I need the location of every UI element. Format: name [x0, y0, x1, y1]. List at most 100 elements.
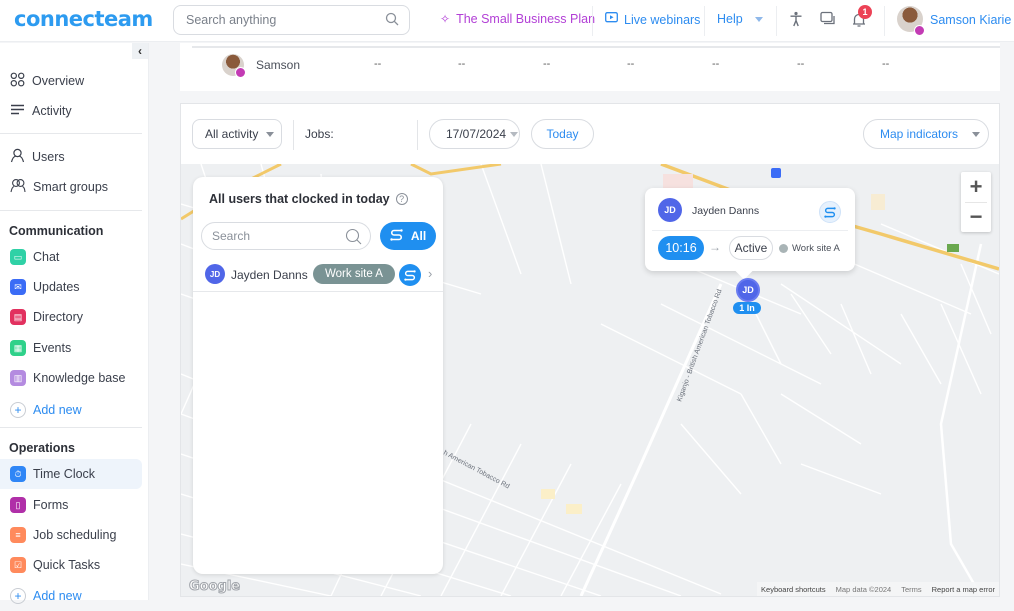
user-initials-avatar: JD: [205, 264, 225, 284]
date-picker[interactable]: 17/07/2024: [429, 119, 520, 149]
chevron-down-icon: [972, 131, 981, 137]
sidebar-item-users[interactable]: Users: [0, 142, 142, 172]
accessibility-icon[interactable]: [789, 11, 803, 32]
divider: [293, 120, 294, 150]
site-color-dot: [779, 244, 788, 253]
sidebar-item-label: Forms: [33, 498, 69, 512]
mail-icon: ✉: [10, 279, 26, 295]
plan-link-label: The Small Business Plan: [456, 12, 596, 26]
sidebar-item-quick-tasks[interactable]: ☑ Quick Tasks: [0, 550, 142, 580]
list-item[interactable]: JD Jayden Danns Work site A ›: [193, 260, 443, 292]
work-site-badge: Work site A: [313, 264, 395, 284]
chevron-down-icon: [510, 131, 519, 137]
clipboard-icon: ▯: [10, 497, 26, 513]
sidebar-item-label: Users: [32, 150, 65, 164]
user-location-popup: JD Jayden Danns 10:16 → Active Work site…: [645, 188, 855, 271]
notification-badge: 1: [858, 5, 872, 19]
table-cell: --: [797, 58, 805, 70]
section-operations: Operations: [9, 441, 75, 455]
add-new-operations-button[interactable]: + Add new: [0, 581, 142, 611]
live-webinars-link[interactable]: Live webinars: [605, 12, 700, 27]
search-icon: [385, 12, 399, 29]
today-button[interactable]: Today: [531, 119, 594, 149]
sidebar-item-label: Knowledge base: [33, 371, 126, 385]
add-new-communication-button[interactable]: + Add new: [0, 395, 142, 425]
zoom-in-button[interactable]: +: [961, 172, 991, 202]
user-name: Jayden Danns: [231, 268, 308, 282]
map-filter-bar: All activity Jobs: 17/07/2024 Today Map …: [181, 104, 999, 164]
users-search-input[interactable]: Search: [201, 222, 371, 250]
sidebar-item-forms[interactable]: ▯ Forms: [0, 490, 142, 520]
sidebar-item-chat[interactable]: ▭ Chat: [0, 242, 142, 272]
sidebar-item-label: Chat: [33, 250, 60, 264]
sidebar-item-label: Overview: [32, 74, 85, 88]
table-row-name[interactable]: Samson: [256, 58, 300, 72]
sidebar-item-events[interactable]: ▦ Events: [0, 333, 142, 363]
crown-badge-icon: [235, 67, 246, 78]
help-dropdown[interactable]: Help: [717, 12, 763, 26]
sidebar-item-overview[interactable]: Overview: [0, 66, 142, 96]
jobs-filter-label[interactable]: Jobs:: [305, 127, 334, 141]
divider: [417, 120, 418, 150]
sidebar-item-activity[interactable]: Activity: [0, 96, 142, 126]
divider: [704, 6, 705, 36]
chat-bubbles-icon[interactable]: [820, 11, 836, 32]
users-group-icon: [10, 178, 26, 196]
work-site-label: Work site A: [792, 243, 840, 254]
help-label: Help: [717, 12, 743, 26]
stopwatch-icon: ⏱: [10, 466, 26, 482]
divider: [652, 230, 848, 231]
terms-link[interactable]: Terms: [901, 585, 921, 594]
sidebar-item-updates[interactable]: ✉ Updates: [0, 272, 142, 302]
global-search-input[interactable]: Search anything: [173, 5, 410, 35]
activity-select[interactable]: All activity: [192, 119, 282, 149]
webinars-label: Live webinars: [624, 12, 701, 27]
sidebar-item-knowledge-base[interactable]: ▥ Knowledge base: [0, 363, 142, 393]
divider: [0, 210, 142, 211]
book-icon: ▥: [10, 370, 26, 386]
collapse-sidebar-button[interactable]: ‹: [132, 43, 148, 59]
map-data-text: Map data ©2024: [835, 584, 892, 594]
table-cell: --: [458, 58, 466, 70]
chat-icon: ▭: [10, 249, 26, 265]
user-menu[interactable]: Samson Kiarie: [930, 13, 1011, 27]
chevron-right-icon[interactable]: ›: [428, 266, 432, 281]
map-indicators-dropdown[interactable]: Map indicators: [863, 119, 989, 149]
add-new-label: Add new: [33, 589, 82, 603]
sidebar-item-smart-groups[interactable]: Smart groups: [0, 172, 142, 202]
zoom-out-button[interactable]: −: [961, 202, 991, 232]
table-cell: --: [712, 58, 720, 70]
panel-title-text: All users that clocked in today: [209, 192, 390, 206]
sidebar-item-label: Directory: [33, 310, 84, 324]
help-circle-icon[interactable]: ?: [395, 193, 408, 205]
schedule-icon: ≡: [10, 527, 26, 543]
list-icon: [10, 102, 25, 120]
calendar-icon: ▦: [10, 340, 26, 356]
panel-title: All users that clocked in today ?: [209, 192, 408, 206]
play-screen-icon: [605, 12, 618, 27]
road-label: Kiganjo - British American Tobacco Rd: [676, 288, 723, 402]
table-cell: --: [882, 58, 890, 70]
activity-select-value: All activity: [205, 127, 259, 141]
map-card: All activity Jobs: 17/07/2024 Today Map …: [180, 103, 1000, 597]
sidebar-item-directory[interactable]: ▤ Directory: [0, 302, 142, 332]
all-jobs-filter-button[interactable]: All: [380, 222, 436, 250]
table-cell: --: [627, 58, 635, 70]
report-map-error-link[interactable]: Report a map error: [932, 585, 995, 594]
user-map-marker[interactable]: JD: [736, 278, 760, 302]
connecteam-logo[interactable]: connecteam: [14, 7, 153, 31]
map-view[interactable]: Kiganjo - British American Tobacco Rd h …: [181, 164, 999, 596]
table-cell: --: [543, 58, 551, 70]
date-value: 17/07/2024: [446, 127, 507, 141]
sidebar-item-label: Quick Tasks: [33, 558, 101, 572]
keyboard-shortcuts-link[interactable]: Keyboard shortcuts: [761, 585, 826, 594]
small-business-plan-link[interactable]: ✧ The Small Business Plan: [440, 12, 595, 26]
job-route-icon[interactable]: [819, 201, 841, 223]
clock-in-time: 10:16: [658, 236, 704, 260]
sidebar-item-job-scheduling[interactable]: ≡ Job scheduling: [0, 520, 142, 550]
job-route-icon: [399, 264, 421, 286]
sidebar-item-time-clock[interactable]: ⏱ Time Clock: [0, 459, 142, 489]
search-icon: [345, 228, 362, 248]
divider: [776, 6, 777, 36]
divider: [0, 133, 142, 134]
